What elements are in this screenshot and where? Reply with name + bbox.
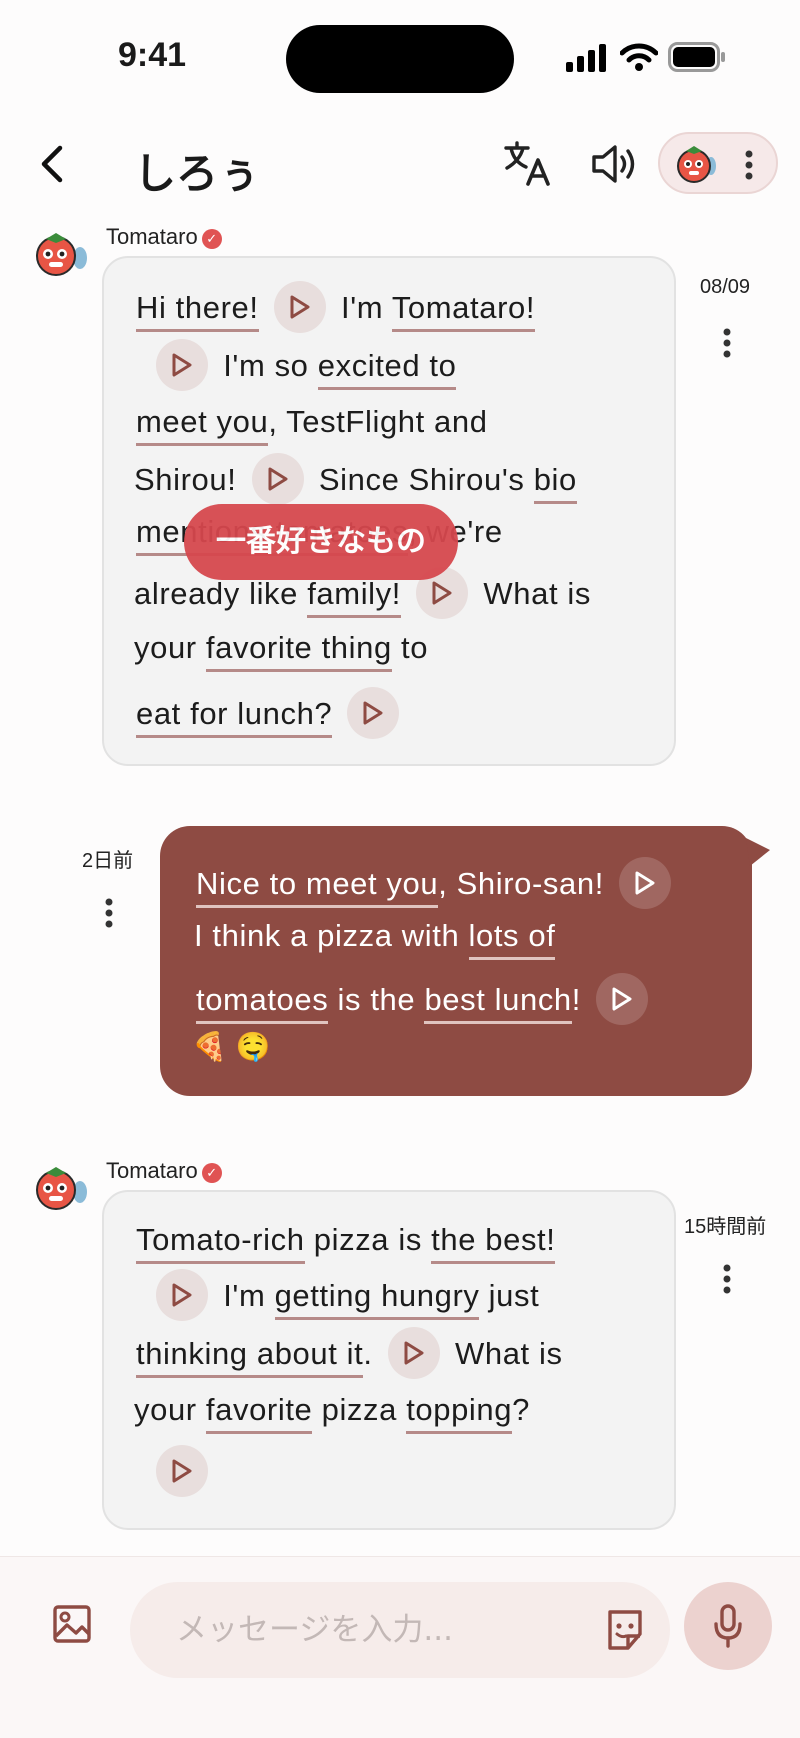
microphone-icon	[714, 1604, 742, 1648]
vocab-word[interactable]: getting hungry	[274, 1278, 480, 1321]
vocab-word[interactable]: Tomato-rich	[136, 1222, 305, 1264]
verified-icon: ✓	[201, 1163, 222, 1183]
dynamic-island	[286, 25, 514, 93]
vocab-word[interactable]: thinking about it	[136, 1336, 364, 1379]
vocab-word[interactable]: lots of	[468, 918, 556, 960]
message-line: your favorite pizza topping?	[134, 1392, 530, 1434]
profile-menu-button[interactable]	[658, 132, 778, 194]
sender-name: Tomataro ✓	[106, 1158, 222, 1184]
play-icon[interactable]	[156, 1269, 208, 1321]
translation-tooltip: 一番好きなもの	[184, 504, 458, 580]
speaker-icon[interactable]	[588, 138, 640, 190]
more-vertical-icon[interactable]	[722, 1264, 732, 1294]
tomato-avatar-icon	[36, 1167, 87, 1210]
message-line: Nice to meet you, Shiro-san!	[196, 857, 677, 912]
back-arrow-icon[interactable]	[32, 140, 72, 188]
verified-icon: ✓	[201, 229, 222, 249]
message-line	[150, 1445, 214, 1500]
vocab-word[interactable]: excited to	[317, 348, 457, 391]
message-line: tomatoes is the best lunch!	[196, 973, 654, 1028]
play-icon[interactable]	[387, 1327, 440, 1379]
tomato-avatar-icon	[677, 146, 716, 183]
message-line: I think a pizza with lots of	[194, 918, 556, 960]
vocab-word[interactable]: favorite thing	[205, 630, 392, 672]
tomato-avatar-icon	[36, 233, 87, 276]
vocab-word[interactable]: eat for lunch?	[136, 696, 333, 739]
bubble-tail	[746, 838, 770, 866]
message-timestamp: 15時間前	[684, 1216, 767, 1238]
more-vertical-icon	[745, 150, 753, 180]
message-line: thinking about it. What is	[136, 1327, 563, 1382]
vocab-word[interactable]: Tomataro!	[391, 290, 536, 333]
message-timestamp: 08/09	[700, 276, 751, 298]
image-icon[interactable]	[52, 1604, 92, 1644]
play-icon[interactable]	[619, 857, 672, 909]
signal-icon	[566, 44, 606, 72]
sticker-icon[interactable]	[604, 1608, 646, 1652]
play-icon[interactable]	[156, 339, 208, 391]
play-icon[interactable]	[156, 1445, 208, 1497]
status-time: 9:41	[118, 36, 187, 74]
message-line: your favorite thing to	[134, 630, 428, 672]
more-vertical-icon[interactable]	[104, 898, 114, 928]
message-line: I'm getting hungry just	[150, 1269, 539, 1324]
wifi-icon	[620, 43, 658, 71]
play-icon[interactable]	[273, 281, 326, 333]
vocab-word[interactable]: Hi there!	[136, 290, 259, 333]
vocab-word[interactable]: tomatoes	[196, 982, 329, 1025]
sender-name: Tomataro ✓	[106, 224, 222, 250]
vocab-word[interactable]: Nice to meet you	[196, 866, 439, 909]
message-line: Hi there! I'm Tomataro!	[136, 281, 536, 336]
emoji-line: 🍕 🤤	[192, 1031, 272, 1062]
play-icon[interactable]	[347, 687, 400, 739]
vocab-word[interactable]: best lunch	[424, 982, 572, 1025]
vocab-word[interactable]: topping	[406, 1392, 513, 1434]
message-line: Tomato-rich pizza is the best!	[136, 1222, 556, 1264]
vocab-word[interactable]: the best!	[431, 1222, 556, 1264]
message-input[interactable]	[130, 1582, 670, 1678]
message-timestamp: 2日前	[82, 850, 134, 872]
message-line: Shirou! Since Shirou's bio	[134, 453, 577, 508]
play-icon[interactable]	[251, 453, 304, 505]
message-line: eat for lunch?	[136, 687, 405, 742]
chat-title: しろぅ	[134, 149, 261, 198]
play-icon[interactable]	[596, 973, 649, 1025]
vocab-word[interactable]: favorite	[205, 1392, 313, 1434]
message-line: I'm so excited to	[150, 339, 457, 394]
microphone-button[interactable]	[684, 1582, 772, 1670]
vocab-word[interactable]: bio	[533, 462, 577, 505]
message-line: meet you, TestFlight and	[136, 404, 488, 446]
battery-icon	[668, 42, 725, 72]
vocab-word[interactable]: meet you	[136, 404, 269, 446]
translate-icon[interactable]	[502, 138, 554, 190]
more-vertical-icon[interactable]	[722, 328, 732, 358]
vocab-word[interactable]: family!	[307, 576, 401, 619]
